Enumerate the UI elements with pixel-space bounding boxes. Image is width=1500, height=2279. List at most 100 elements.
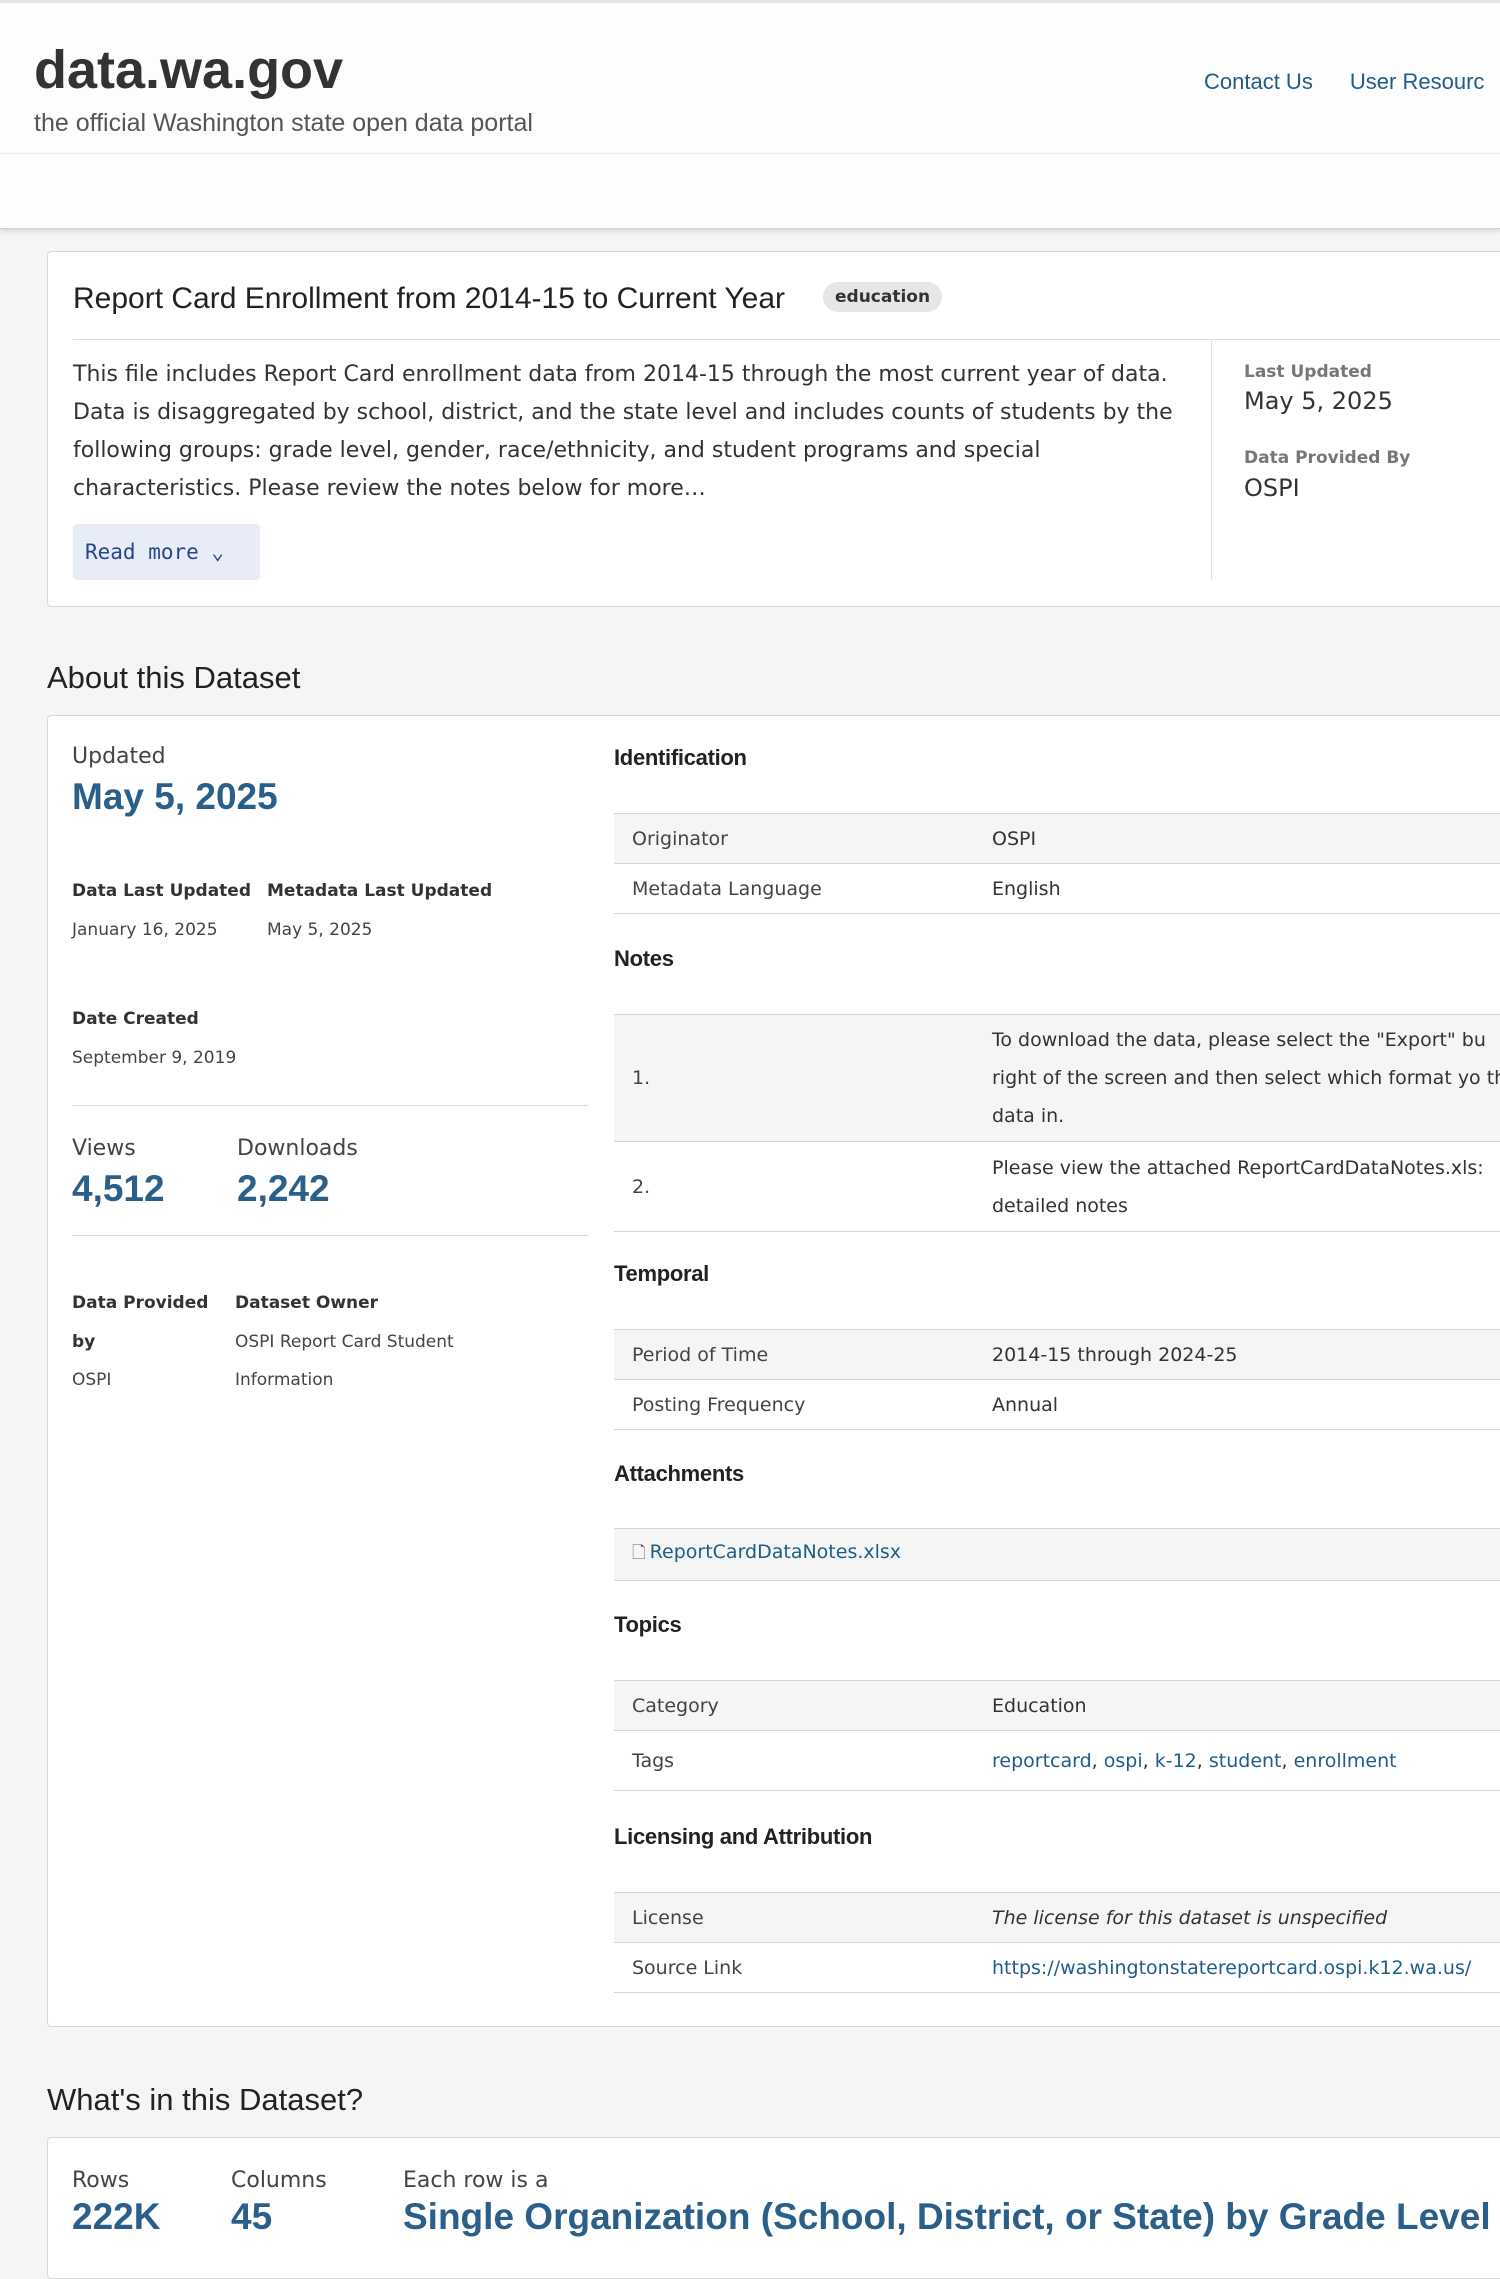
table-row: Tags reportcard, ospi, k-12, student, en…: [614, 1730, 1500, 1791]
notes-heading: Notes: [614, 946, 674, 971]
table-row: Metadata Language English: [614, 863, 1500, 914]
table-row: 2. Please view the attached ReportCardDa…: [614, 1141, 1500, 1232]
dataset-owner-label: Dataset Owner: [235, 1293, 379, 1313]
table-row: Source Link https://washingtonstaterepor…: [614, 1942, 1500, 1993]
columns-label: Columns: [231, 2168, 327, 2193]
updated-value: May 5, 2025: [72, 776, 278, 817]
last-updated-label: Last Updated: [1244, 362, 1372, 382]
tag-link-k-12[interactable]: k-12: [1155, 1750, 1197, 1772]
temporal-heading: Temporal: [614, 1261, 709, 1286]
dataset-summary-card: Report Card Enrollment from 2014-15 to C…: [47, 251, 1500, 607]
nav-contact-us[interactable]: Contact Us: [1204, 69, 1313, 94]
identification-heading: Identification: [614, 745, 747, 770]
site-header: data.wa.gov the official Washington stat…: [0, 3, 1500, 154]
metadata-last-updated-label: Metadata Last Updated: [267, 881, 493, 901]
posting-frequency-label: Posting Frequency: [614, 1379, 974, 1430]
tag-link-enrollment[interactable]: enrollment: [1294, 1750, 1397, 1772]
attachments-heading: Attachments: [614, 1461, 744, 1486]
downloads-label: Downloads: [237, 1136, 358, 1161]
posting-frequency-value: Annual: [974, 1379, 1500, 1430]
views-label: Views: [72, 1136, 136, 1161]
provided-by-label: Data Provided By: [1244, 448, 1411, 468]
dataset-owner-value: OSPI Report Card Student: [235, 1332, 454, 1352]
identification-table: Originator OSPI Metadata Language Englis…: [614, 813, 1500, 914]
divider: [72, 1235, 588, 1236]
originator-label: Originator: [614, 813, 974, 864]
metadata-language-label: Metadata Language: [614, 863, 974, 914]
downloads-count: 2,242: [237, 1168, 330, 1209]
licensing-table: License The license for this dataset is …: [614, 1892, 1500, 1993]
source-link-label: Source Link: [614, 1942, 974, 1993]
table-row: License The license for this dataset is …: [614, 1892, 1500, 1943]
originator-value: OSPI: [974, 813, 1500, 864]
license-value: The license for this dataset is unspecif…: [974, 1892, 1500, 1943]
note-1-number: 1.: [614, 1014, 974, 1142]
whats-in-dataset-heading: What's in this Dataset?: [47, 2082, 364, 2117]
note-1-text: To download the data, please select the …: [974, 1014, 1500, 1142]
secondary-toolbar: [0, 154, 1500, 229]
category-label: Category: [614, 1680, 974, 1731]
notes-table: 1. To download the data, please select t…: [614, 1014, 1500, 1232]
last-updated-value: May 5, 2025: [1244, 387, 1393, 415]
data-provided-by-label-cont: by: [72, 1332, 96, 1352]
divider: [72, 1105, 588, 1106]
read-more-button[interactable]: Read more ⌄: [73, 524, 260, 580]
dataset-description: This file includes Report Card enrollmen…: [73, 362, 1173, 501]
table-row: 1. To download the data, please select t…: [614, 1014, 1500, 1142]
columns-count: 45: [231, 2196, 273, 2237]
header-nav: Contact Us User Resourc: [1204, 69, 1500, 95]
temporal-table: Period of Time 2014-15 through 2024-25 P…: [614, 1329, 1500, 1430]
source-link[interactable]: https://washingtonstatereportcard.ospi.k…: [992, 1957, 1471, 1979]
license-label: License: [614, 1892, 974, 1943]
attachment-link[interactable]: ReportCardDataNotes.xlsx: [650, 1541, 901, 1563]
topics-table: Category Education Tags reportcard, ospi…: [614, 1680, 1500, 1791]
note-2-text: Please view the attached ReportCardDataN…: [974, 1141, 1500, 1232]
site-logo-title[interactable]: data.wa.gov: [34, 39, 343, 101]
metadata-last-updated-value: May 5, 2025: [267, 920, 373, 940]
tag-link-student[interactable]: student: [1209, 1750, 1282, 1772]
row-type-value: Single Organization (School, District, o…: [403, 2196, 1491, 2237]
divider: [1211, 340, 1212, 580]
data-provided-by-value: OSPI: [72, 1370, 112, 1390]
nav-user-resources[interactable]: User Resourc: [1350, 69, 1484, 94]
provided-by-value: OSPI: [1244, 474, 1300, 502]
tags-label: Tags: [614, 1730, 974, 1791]
period-of-time-label: Period of Time: [614, 1329, 974, 1380]
topics-heading: Topics: [614, 1612, 682, 1637]
table-row: Category Education: [614, 1680, 1500, 1731]
licensing-heading: Licensing and Attribution: [614, 1824, 873, 1849]
dataset-title: Report Card Enrollment from 2014-15 to C…: [73, 282, 786, 315]
tags-list: reportcard, ospi, k-12, student, enrollm…: [974, 1730, 1500, 1791]
row-type-label: Each row is a: [403, 2168, 549, 2193]
source-link-cell: https://washingtonstatereportcard.ospi.k…: [974, 1942, 1500, 1993]
divider: [73, 339, 1500, 340]
date-created-label: Date Created: [72, 1009, 199, 1029]
rows-label: Rows: [72, 2168, 130, 2193]
table-row: 🗋 ReportCardDataNotes.xlsx: [614, 1528, 1500, 1581]
document-icon: 🗋: [632, 1543, 646, 1563]
attachments-table: 🗋 ReportCardDataNotes.xlsx: [614, 1528, 1500, 1581]
tag-link-ospi[interactable]: ospi: [1104, 1750, 1143, 1772]
dataset-owner-value-cont: Information: [235, 1370, 334, 1390]
attachment-cell: 🗋 ReportCardDataNotes.xlsx: [614, 1528, 1500, 1581]
about-dataset-card: Updated May 5, 2025 Data Last Updated Ja…: [47, 715, 1500, 2027]
data-last-updated-label: Data Last Updated: [72, 881, 252, 901]
category-tag-badge[interactable]: education: [823, 282, 943, 312]
site-subtitle: the official Washington state open data …: [34, 109, 533, 137]
rows-count: 222K: [72, 2196, 161, 2237]
data-last-updated-value: January 16, 2025: [72, 920, 218, 940]
period-of-time-value: 2014-15 through 2024-25: [974, 1329, 1500, 1380]
tag-link-reportcard[interactable]: reportcard: [992, 1750, 1092, 1772]
note-2-number: 2.: [614, 1141, 974, 1232]
updated-label: Updated: [72, 744, 166, 769]
table-row: Posting Frequency Annual: [614, 1379, 1500, 1430]
table-row: Period of Time 2014-15 through 2024-25: [614, 1329, 1500, 1380]
category-value: Education: [974, 1680, 1500, 1731]
data-provided-by-label: Data Provided: [72, 1293, 209, 1313]
metadata-language-value: English: [974, 863, 1500, 914]
about-heading: About this Dataset: [47, 660, 301, 695]
date-created-value: September 9, 2019: [72, 1048, 237, 1068]
views-count: 4,512: [72, 1168, 165, 1209]
table-row: Originator OSPI: [614, 813, 1500, 864]
dataset-contents-card: Rows 222K Columns 45 Each row is a Singl…: [47, 2137, 1500, 2279]
